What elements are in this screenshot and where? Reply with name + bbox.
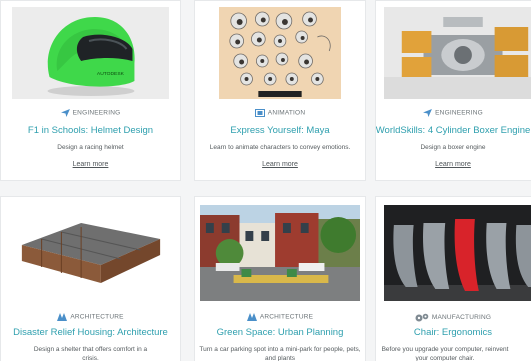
eyeball-sketch-image[interactable] <box>219 7 341 99</box>
green-helmet-image[interactable]: AUTODESK <box>12 7 169 99</box>
course-title[interactable]: Express Yourself: Maya <box>195 125 365 136</box>
course-card[interactable]: AUTODESK ENGINEERING F1 in Schools: Helm… <box>0 0 181 181</box>
blueprint-icon <box>246 313 257 321</box>
course-description: Before you upgrade your computer, reinve… <box>381 346 509 361</box>
film-icon <box>254 109 265 117</box>
course-title[interactable]: Disaster Relief Housing: Architecture <box>1 327 180 338</box>
learn-more-link[interactable]: Learn more <box>195 161 365 168</box>
category-label: ARCHITECTURE <box>195 313 365 321</box>
boxer-engine-image[interactable] <box>384 7 531 99</box>
category-text: ANIMATION <box>267 109 306 117</box>
svg-text:AUTODESK: AUTODESK <box>97 71 125 77</box>
course-title[interactable]: WorldSkills: 4 Cylinder Boxer Engine <box>376 125 531 136</box>
paper-plane-icon <box>423 109 433 117</box>
course-description: Design a shelter that offers comfort in … <box>33 346 148 361</box>
course-title[interactable]: Green Space: Urban Planning <box>195 327 365 338</box>
category-label: ARCHITECTURE <box>1 313 180 321</box>
course-description: Design a boxer engine <box>420 144 486 151</box>
category-label: ANIMATION <box>195 109 365 117</box>
course-description: Learn to animate characters to convey em… <box>209 144 351 151</box>
course-title[interactable]: Chair: Ergonomics <box>376 327 531 338</box>
paper-plane-icon <box>60 109 70 117</box>
category-text: ARCHITECTURE <box>259 313 314 321</box>
course-description: Turn a car parking spot into a mini-park… <box>199 346 361 361</box>
category-text: ENGINEERING <box>435 109 483 117</box>
course-card[interactable]: ARCHITECTURE Disaster Relief Housing: Ar… <box>0 196 181 361</box>
category-text: ARCHITECTURE <box>70 313 124 321</box>
relief-housing-image[interactable] <box>12 205 169 297</box>
learn-more-link[interactable]: Learn more <box>376 161 531 168</box>
blueprint-icon <box>57 313 68 321</box>
category-label: ENGINEERING <box>376 109 531 117</box>
course-card[interactable]: ANIMATION Express Yourself: Maya Learn t… <box>194 0 366 181</box>
course-card[interactable]: ENGINEERING WorldSkills: 4 Cylinder Boxe… <box>375 0 531 181</box>
course-card[interactable]: ARCHITECTURE Green Space: Urban Planning… <box>194 196 366 361</box>
course-title[interactable]: F1 in Schools: Helmet Design <box>1 125 180 136</box>
chairs-image[interactable] <box>384 205 531 301</box>
gears-icon <box>415 313 429 322</box>
category-text: MANUFACTURING <box>431 314 492 322</box>
course-card[interactable]: MANUFACTURING Chair: Ergonomics Before y… <box>375 196 531 361</box>
category-label: ENGINEERING <box>1 109 180 117</box>
category-text: ENGINEERING <box>72 109 121 117</box>
course-description: Design a racing helmet <box>57 144 124 151</box>
learn-more-link[interactable]: Learn more <box>1 161 180 168</box>
street-parklet-image[interactable] <box>200 205 360 301</box>
category-label: MANUFACTURING <box>376 313 531 322</box>
